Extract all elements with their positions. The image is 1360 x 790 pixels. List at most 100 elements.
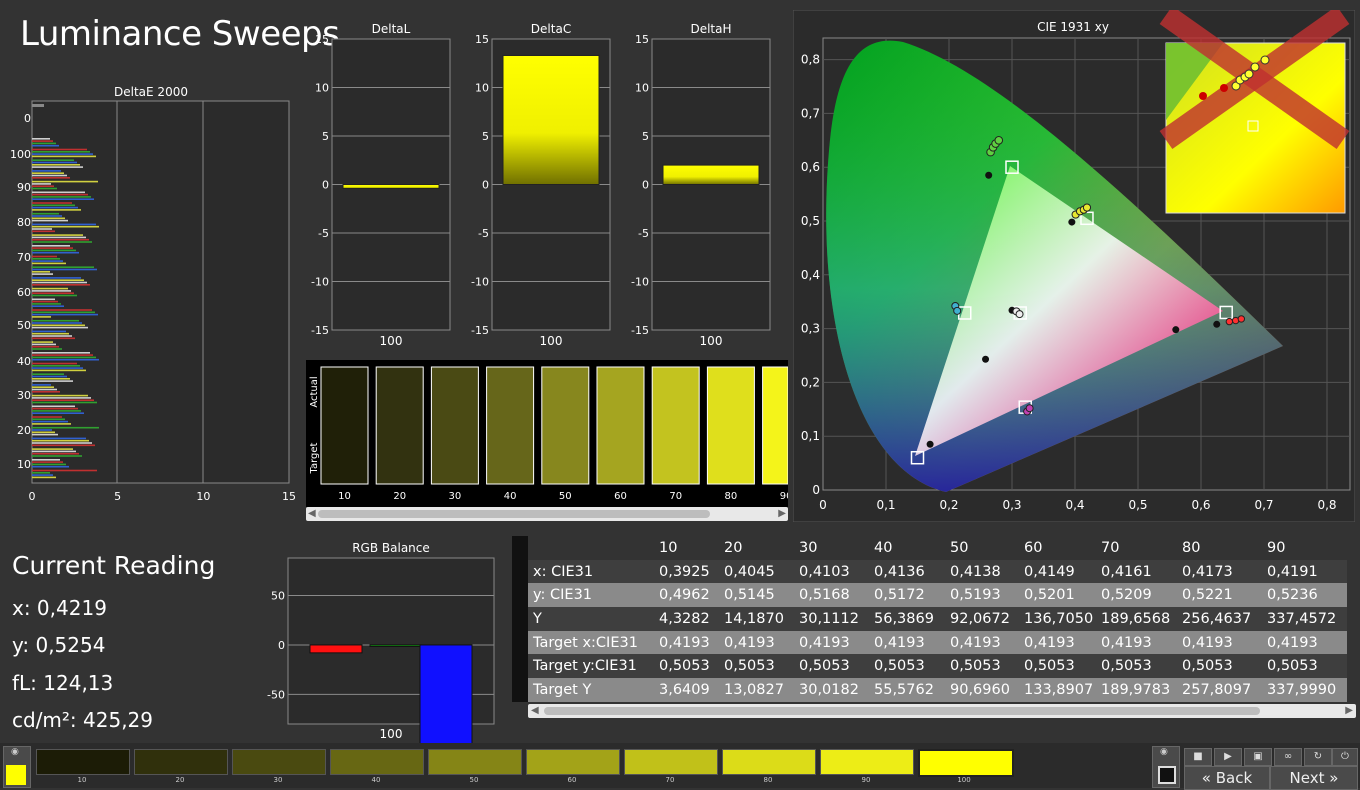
deltae-bar [32, 212, 59, 215]
bottom-swatch[interactable] [134, 749, 228, 775]
play-button[interactable]: ▶ [1214, 748, 1242, 766]
bottom-swatch[interactable] [820, 749, 914, 775]
deltae-bar [32, 437, 86, 440]
row-marker [512, 607, 528, 631]
current-reading-fl: fL: 124,13 [12, 671, 114, 695]
deltae-bar [32, 277, 81, 279]
measurement-point [1025, 404, 1034, 413]
table-cell: 92,0672 [950, 607, 1024, 631]
loop-icon[interactable]: ∞ [1274, 748, 1302, 766]
swatch-scroll-thumb[interactable] [318, 510, 710, 518]
stop-icon[interactable] [1158, 766, 1176, 784]
y-tick: 10 [315, 82, 329, 95]
swatch-label: 40 [504, 491, 517, 502]
table-cell: 4,3282 [659, 607, 724, 631]
y-tick: -5 [638, 227, 649, 240]
deltae-chart: DeltaE 2000 0 100 90 80 70 60 50 40 30 20 10 0 5 10 1… [10, 85, 297, 503]
table-cell: 0,4962 [659, 583, 724, 608]
table-cell: 0,4193 [1101, 630, 1182, 655]
deltae-bar [32, 476, 56, 479]
deltae-bar [32, 260, 63, 262]
deltae-bar [32, 292, 74, 294]
scroll-left-icon[interactable]: ◀ [308, 507, 316, 521]
eye-icon[interactable]: ◉ [11, 747, 19, 757]
deltae-bar [32, 284, 90, 286]
deltae-y-tick: 70 [17, 251, 31, 264]
current-swatch [6, 765, 26, 785]
deltae-bar [32, 369, 86, 372]
next-button[interactable]: Next » [1270, 766, 1358, 790]
scroll-left-icon[interactable]: ◀ [531, 704, 539, 718]
bottom-swatch[interactable] [526, 749, 620, 775]
bottom-swatch[interactable] [232, 749, 326, 775]
column-header: 30 [799, 536, 874, 560]
deltae-bar [32, 423, 71, 425]
deltae-bar [32, 386, 54, 388]
bottom-swatch[interactable] [330, 749, 424, 775]
scroll-right-icon[interactable]: ▶ [778, 507, 786, 521]
deltae-bar [32, 303, 61, 305]
rgb-title: RGB Balance [352, 541, 430, 555]
table-cell: 0,4193 [874, 630, 950, 655]
bottom-swatch[interactable] [624, 749, 718, 775]
row-marker [512, 654, 528, 679]
deltae-bar [32, 465, 69, 468]
table-scroll-thumb[interactable] [544, 707, 1260, 715]
measurement-point [994, 136, 1004, 145]
bottom-swatch[interactable] [722, 749, 816, 775]
deltae-x-ticks: 0 5 10 15 [29, 490, 297, 503]
deltae-bar [32, 461, 63, 463]
deltae-bar [32, 262, 66, 265]
swatch-scrollbar[interactable]: ◀ ▶ [306, 507, 788, 521]
stop-button[interactable]: ■ [1184, 748, 1212, 766]
deltae-bar [32, 196, 91, 198]
bottom-swatch-label: 70 [665, 776, 675, 784]
deltae-bar [32, 209, 81, 211]
rgb-category: 100 [380, 727, 403, 741]
bottom-swatch-label: 20 [175, 776, 185, 784]
stop-panel[interactable]: ◉ [1152, 746, 1180, 788]
table-cell: 14,1870 [724, 607, 799, 631]
swatch-label: 30 [449, 491, 462, 502]
column-header: 70 [1101, 536, 1182, 560]
swatch-label: 80 [725, 491, 738, 502]
bottom-swatch[interactable] [36, 749, 130, 775]
table-cell: 0,4045 [724, 559, 799, 584]
deltae-bar [32, 448, 73, 450]
table-cell: 0,3925 [659, 559, 724, 584]
deltae-y-tick: 10 [17, 458, 31, 471]
table-cell: 0,5193 [950, 583, 1024, 608]
deltae-bar [32, 153, 93, 155]
readings-table-grid: 10 20 30 40 50 60 70 80 90 x: CIE31 0,3925 0,4045 0,… [512, 536, 1347, 702]
y-tick: -10 [471, 276, 489, 289]
y-tick: -5 [318, 227, 329, 240]
save-icon[interactable]: ▣ [1244, 748, 1272, 766]
deltae-x-tick: 5 [114, 490, 121, 503]
cie-x-tick: 0,8 [1317, 498, 1336, 512]
table-cell: 30,0182 [799, 678, 874, 702]
cie-chart: CIE 1931 xy 0 0,1 0,2 0,3 0,4 0,5 0,6 0,7 0,8 00… [793, 10, 1355, 522]
deltae-bar [32, 356, 96, 359]
eye-icon[interactable]: ◉ [1160, 747, 1168, 757]
bottom-swatch[interactable] [918, 749, 1014, 777]
readings-table: 10 20 30 40 50 60 70 80 90 x: CIE31 0,3925 0,4045 0,… [512, 536, 1360, 720]
table-cell: 0,4193 [1024, 630, 1101, 655]
row-marker [512, 630, 528, 655]
deltae-bar [32, 202, 72, 204]
cie-y-tick: 0,8 [801, 53, 820, 67]
deltae-bar [32, 298, 55, 301]
cie-y-tick: 0,7 [801, 106, 820, 120]
scroll-right-icon[interactable]: ▶ [1345, 704, 1353, 718]
current-swatch-panel[interactable]: ◉ [3, 746, 31, 788]
power-icon[interactable]: ⏻ [1332, 748, 1358, 766]
back-button[interactable]: « Back [1184, 766, 1270, 790]
deltae-title: DeltaE 2000 [114, 85, 188, 99]
bottom-swatch[interactable] [428, 749, 522, 775]
swatch-label: 90 [780, 491, 788, 502]
deltae-y-ticks: 0 100 90 80 70 60 50 40 30 20 10 [10, 112, 31, 471]
table-cell: 0,5053 [1267, 654, 1347, 679]
row-label: Y [528, 607, 659, 631]
deltae-bar [32, 144, 59, 147]
table-scrollbar[interactable]: ◀ ▶ [528, 704, 1356, 718]
refresh-icon[interactable]: ↻ [1304, 748, 1332, 766]
